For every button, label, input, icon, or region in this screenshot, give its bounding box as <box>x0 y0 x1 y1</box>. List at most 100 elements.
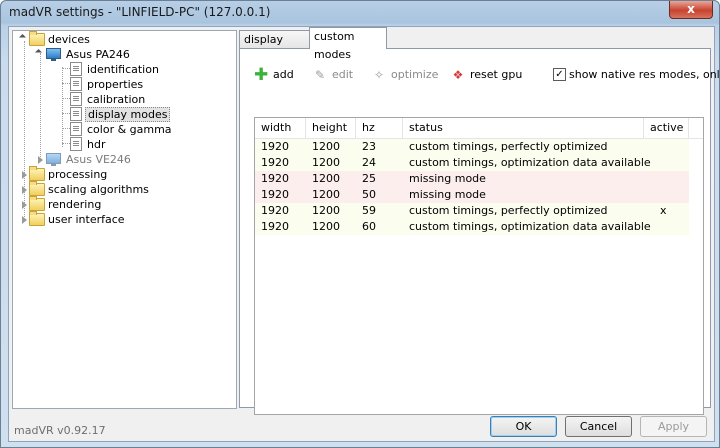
document-icon <box>70 77 82 91</box>
tree-item-label: scaling algorithms <box>48 183 149 196</box>
tree-item-label: devices <box>48 33 90 46</box>
tree-item-identification[interactable]: identification <box>13 62 233 77</box>
client-area: devices Asus PA246 identification proper… <box>8 26 719 442</box>
cancel-button[interactable]: Cancel <box>565 416 632 437</box>
native-res-checkbox-row[interactable]: ✓ show native res modes, only <box>553 66 719 84</box>
tree-item-label: user interface <box>48 213 125 226</box>
apply-button[interactable]: Apply <box>640 416 707 437</box>
title-bar: madVR settings - "LINFIELD-PC" (127.0.0.… <box>1 1 719 25</box>
edit-button[interactable]: ✎ edit <box>313 66 353 84</box>
tree-item-label: rendering <box>48 198 102 211</box>
cell-status: missing mode <box>409 188 486 201</box>
table-row[interactable]: 1920 1200 25 missing mode <box>255 171 689 187</box>
column-header-active[interactable]: active <box>644 118 689 138</box>
cell-width: 1920 <box>261 156 289 169</box>
collapse-arrow-icon[interactable] <box>22 171 27 179</box>
table-row[interactable]: 1920 1200 50 missing mode <box>255 187 689 203</box>
tree-item-label: identification <box>87 63 159 76</box>
tree-item-processing[interactable]: processing <box>13 166 233 182</box>
cell-height: 1200 <box>312 220 340 233</box>
tree-item-asus-ve246[interactable]: Asus VE246 <box>13 152 233 167</box>
column-header-status[interactable]: status <box>403 118 644 138</box>
cell-height: 1200 <box>312 204 340 217</box>
cell-active: x <box>660 204 667 217</box>
collapse-arrow-icon[interactable] <box>22 216 27 224</box>
cell-status: custom timings, optimization data availa… <box>409 220 651 233</box>
column-header-width[interactable]: width <box>255 118 306 138</box>
cell-height: 1200 <box>312 188 340 201</box>
add-button[interactable]: ✚ add <box>254 66 294 84</box>
table-row[interactable]: 1920 1200 60 custom timings, optimization d… <box>255 219 689 235</box>
folder-icon <box>29 31 45 46</box>
tree-item-hdr[interactable]: hdr <box>13 137 233 152</box>
document-icon <box>70 107 82 121</box>
tree-item-color-gamma[interactable]: color & gamma <box>13 122 233 137</box>
tree-item-devices[interactable]: devices <box>13 31 233 47</box>
tree-item-label: processing <box>48 168 108 181</box>
tab-display-modes[interactable]: display modes <box>239 30 315 64</box>
add-label: add <box>273 68 294 81</box>
optimize-label: optimize <box>391 68 439 81</box>
table-row[interactable]: 1920 1200 23 custom timings, perfectly opti… <box>255 139 689 155</box>
custom-modes-table: width height hz status active 1920 1200 23… <box>254 117 704 415</box>
table-header: width height hz status active <box>255 118 703 139</box>
tree-item-label: properties <box>87 78 144 91</box>
cell-hz: 23 <box>362 140 376 153</box>
document-icon <box>70 137 82 151</box>
cell-status: custom timings, perfectly optimized <box>409 204 608 217</box>
tree-item-display-modes[interactable]: display modes <box>13 107 233 122</box>
tree-item-label: calibration <box>87 93 146 106</box>
tree-item-scaling-algorithms[interactable]: scaling algorithms <box>13 181 233 197</box>
reset-gpu-label: reset gpu <box>470 68 523 81</box>
plus-icon: ✚ <box>254 65 269 85</box>
expand-arrow-icon[interactable] <box>34 48 43 57</box>
folder-icon <box>29 196 45 211</box>
tree-item-label: color & gamma <box>87 123 172 136</box>
close-button[interactable]: x <box>669 1 713 19</box>
cell-hz: 50 <box>362 188 376 201</box>
expand-arrow-icon[interactable] <box>18 33 27 42</box>
optimize-button[interactable]: ✧ optimize <box>372 66 438 84</box>
cell-width: 1920 <box>261 172 289 185</box>
tree-item-properties[interactable]: properties <box>13 77 233 92</box>
cell-width: 1920 <box>261 188 289 201</box>
cell-height: 1200 <box>312 140 340 153</box>
wand-icon: ✧ <box>373 68 385 82</box>
document-icon <box>70 92 82 106</box>
pencil-icon: ✎ <box>314 68 326 82</box>
tree-item-user-interface[interactable]: user interface <box>13 211 233 227</box>
tree-item-label: Asus VE246 <box>66 153 131 166</box>
cell-status: missing mode <box>409 172 486 185</box>
cell-width: 1920 <box>261 204 289 217</box>
version-label: madVR v0.92.17 <box>14 424 106 437</box>
cell-hz: 25 <box>362 172 376 185</box>
monitor-icon <box>46 153 61 166</box>
edit-label: edit <box>332 68 354 81</box>
native-res-checkbox[interactable]: ✓ <box>553 68 566 81</box>
tree-item-rendering[interactable]: rendering <box>13 196 233 212</box>
tab-control: display modes custom modes ✚ add ✎ edit … <box>239 27 719 415</box>
collapse-arrow-icon[interactable] <box>22 201 27 209</box>
tab-custom-modes[interactable]: custom modes <box>309 27 387 61</box>
table-row[interactable]: 1920 1200 24 custom timings, optimization d… <box>255 155 689 171</box>
id-card-icon <box>70 62 82 76</box>
cell-height: 1200 <box>312 156 340 169</box>
settings-tree: devices Asus PA246 identification proper… <box>12 30 237 409</box>
document-icon <box>70 122 82 136</box>
column-header-height[interactable]: height <box>306 118 356 138</box>
folder-icon <box>29 211 45 226</box>
cell-hz: 60 <box>362 220 376 233</box>
collapse-arrow-icon[interactable] <box>22 186 27 194</box>
reset-gpu-button[interactable]: ❖ reset gpu <box>451 66 523 84</box>
tree-item-label: display modes <box>85 107 171 122</box>
column-header-hz[interactable]: hz <box>356 118 403 138</box>
window-title: madVR settings - "LINFIELD-PC" (127.0.0.… <box>9 5 271 19</box>
monitor-icon <box>46 48 61 61</box>
reset-gpu-icon: ❖ <box>452 68 464 82</box>
table-row[interactable]: 1920 1200 59 custom timings, perfectly opti… <box>255 203 689 219</box>
ok-button[interactable]: OK <box>490 416 557 437</box>
tree-item-calibration[interactable]: calibration <box>13 92 233 107</box>
tree-item-asus-pa246[interactable]: Asus PA246 <box>13 47 233 62</box>
collapse-arrow-icon[interactable] <box>38 156 43 164</box>
cell-status: custom timings, perfectly optimized <box>409 140 608 153</box>
